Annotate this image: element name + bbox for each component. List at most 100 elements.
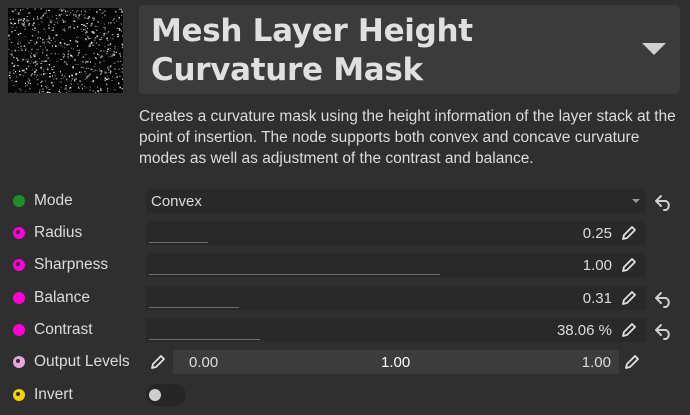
noise-speck xyxy=(59,70,61,73)
invert-toggle[interactable] xyxy=(146,384,186,406)
noise-speck xyxy=(97,86,98,88)
noise-speck xyxy=(70,83,72,85)
noise-speck xyxy=(40,82,42,83)
noise-speck xyxy=(53,71,55,73)
contrast-slider[interactable]: 38.06 % xyxy=(146,318,646,342)
noise-speck xyxy=(56,17,58,20)
noise-speck xyxy=(40,74,43,76)
noise-speck xyxy=(46,91,49,93)
noise-speck xyxy=(34,27,36,29)
noise-speck xyxy=(96,76,98,79)
pencil-icon[interactable] xyxy=(620,256,638,274)
noise-speck xyxy=(55,78,58,80)
noise-speck xyxy=(25,72,27,73)
noise-speck xyxy=(94,39,96,41)
port-dot-icon[interactable] xyxy=(13,195,25,207)
noise-speck xyxy=(106,50,109,52)
noise-speck xyxy=(45,72,47,74)
balance-slider[interactable]: 0.31 xyxy=(146,286,646,310)
noise-speck xyxy=(45,60,47,62)
noise-speck xyxy=(69,87,70,90)
noise-speck xyxy=(46,87,48,89)
output-levels-range[interactable]: 0.00 1.00 1.00 xyxy=(173,350,619,374)
port-dot-icon[interactable] xyxy=(13,356,25,368)
noise-speck xyxy=(92,31,95,34)
noise-speck xyxy=(43,13,45,15)
noise-speck xyxy=(99,32,101,34)
noise-speck xyxy=(97,90,100,92)
port-dot-icon[interactable] xyxy=(13,389,25,401)
noise-speck xyxy=(90,41,93,44)
pencil-icon[interactable] xyxy=(620,224,638,242)
noise-speck xyxy=(45,10,47,12)
noise-speck xyxy=(111,55,113,57)
param-row-output-levels: Output Levels 0.00 1.00 1.00 xyxy=(0,349,690,377)
noise-speck xyxy=(10,42,13,43)
port-dot-icon[interactable] xyxy=(13,292,25,304)
noise-speck xyxy=(80,13,82,15)
port-dot-icon[interactable] xyxy=(13,227,25,239)
noise-speck xyxy=(75,40,77,42)
output-levels-low[interactable]: 0.00 xyxy=(189,354,218,371)
noise-speck xyxy=(96,48,98,50)
noise-speck xyxy=(14,8,17,11)
sharpness-value: 1.00 xyxy=(582,257,612,274)
noise-speck xyxy=(22,20,25,22)
noise-speck xyxy=(70,12,72,14)
triangle-down-icon[interactable] xyxy=(642,43,666,55)
noise-speck xyxy=(64,10,67,12)
noise-speck xyxy=(77,26,79,28)
noise-speck xyxy=(89,9,91,10)
radius-slider[interactable]: 0.25 xyxy=(146,221,646,245)
noise-speck xyxy=(67,11,69,12)
noise-speck xyxy=(107,88,108,90)
noise-speck xyxy=(109,65,112,68)
noise-speck xyxy=(14,50,16,52)
param-row-radius: Radius 0.25 xyxy=(0,220,690,248)
output-levels-high[interactable]: 1.00 xyxy=(582,354,611,371)
noise-speck xyxy=(27,81,29,82)
noise-speck xyxy=(64,28,66,30)
noise-speck xyxy=(42,38,44,41)
noise-speck xyxy=(68,75,71,78)
noise-speck xyxy=(65,61,67,64)
noise-speck xyxy=(122,35,123,37)
mode-select[interactable]: Convex xyxy=(146,189,646,213)
noise-speck xyxy=(83,24,85,26)
noise-speck xyxy=(17,13,20,15)
pencil-icon[interactable] xyxy=(620,289,638,307)
noise-speck xyxy=(51,20,53,22)
noise-speck xyxy=(37,83,39,85)
noise-speck xyxy=(98,68,100,70)
noise-speck xyxy=(77,83,79,85)
port-dot-icon[interactable] xyxy=(13,259,25,271)
noise-speck xyxy=(113,22,115,24)
pencil-icon[interactable] xyxy=(620,321,638,339)
noise-speck xyxy=(82,66,84,68)
noise-speck xyxy=(46,38,48,40)
noise-speck xyxy=(25,85,26,87)
noise-speck xyxy=(32,24,34,26)
noise-speck xyxy=(70,80,72,82)
noise-speck xyxy=(30,39,32,42)
noise-speck xyxy=(104,77,106,79)
noise-speck xyxy=(59,81,61,83)
noise-speck xyxy=(110,22,112,24)
port-dot-icon[interactable] xyxy=(13,324,25,336)
pencil-icon[interactable] xyxy=(623,353,641,371)
slider-fill xyxy=(149,307,239,308)
noise-speck xyxy=(51,15,53,17)
noise-speck xyxy=(51,82,53,84)
sharpness-slider[interactable]: 1.00 xyxy=(146,253,646,277)
noise-speck xyxy=(70,47,72,50)
output-levels-mid[interactable]: 1.00 xyxy=(381,354,410,371)
reset-icon[interactable] xyxy=(654,290,674,308)
noise-speck xyxy=(12,18,15,20)
reset-icon[interactable] xyxy=(654,322,674,340)
noise-speck xyxy=(119,86,121,89)
pencil-icon[interactable] xyxy=(149,353,167,371)
noise-speck xyxy=(90,24,92,27)
noise-speck xyxy=(34,8,36,10)
reset-icon[interactable] xyxy=(654,193,674,211)
noise-speck xyxy=(11,27,14,28)
